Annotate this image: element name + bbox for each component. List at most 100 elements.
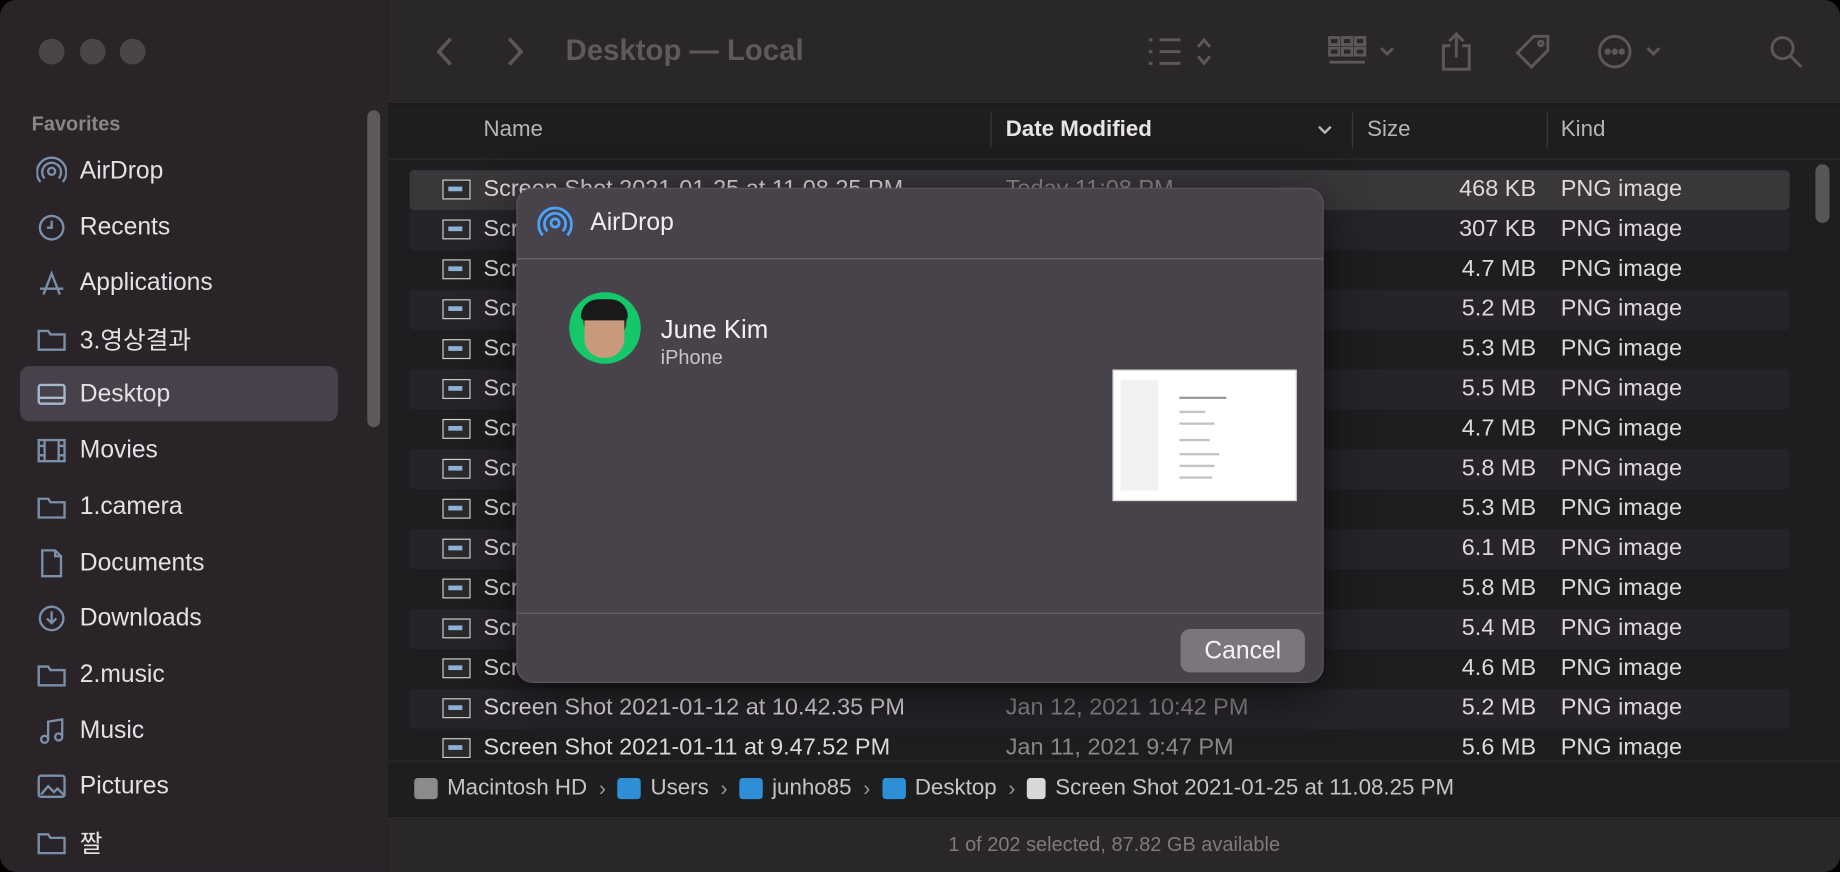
folder-icon bbox=[617, 778, 642, 800]
png-file-icon bbox=[442, 339, 471, 360]
favorites-header: Favorites bbox=[31, 112, 121, 135]
cancel-button[interactable]: Cancel bbox=[1180, 628, 1305, 673]
list-view-icon[interactable] bbox=[1147, 28, 1222, 75]
sort-chevron-icon[interactable] bbox=[1317, 119, 1333, 145]
folder-icon bbox=[36, 323, 67, 354]
share-icon[interactable] bbox=[1439, 28, 1474, 75]
column-name[interactable]: Name bbox=[483, 117, 542, 143]
avatar[interactable] bbox=[569, 292, 641, 364]
column-divider[interactable] bbox=[1351, 112, 1354, 148]
path-crumb-home[interactable]: junho85 bbox=[739, 776, 851, 802]
sidebar: Favorites AirDrop Recents Applications 3… bbox=[0, 0, 390, 872]
tag-icon[interactable] bbox=[1513, 28, 1553, 75]
folder-icon bbox=[36, 659, 67, 690]
path-crumb-users[interactable]: Users bbox=[617, 776, 709, 802]
sidebar-item-label: Music bbox=[79, 716, 145, 744]
sidebar-item-recents[interactable]: Recents bbox=[20, 199, 338, 254]
airdrop-sheet: AirDrop June Kim iPhone Cancel bbox=[516, 187, 1324, 683]
window-title: Desktop — Local bbox=[565, 34, 804, 67]
png-file-icon bbox=[1027, 778, 1046, 800]
sidebar-item-movies[interactable]: Movies bbox=[20, 422, 338, 477]
sidebar-item-label: 짤 bbox=[79, 830, 103, 858]
png-file-icon bbox=[442, 379, 471, 399]
sidebar-item-label: AirDrop bbox=[79, 156, 164, 184]
close-window-button[interactable] bbox=[38, 38, 65, 65]
forward-button[interactable] bbox=[501, 28, 529, 75]
airdrop-contact-device: iPhone bbox=[660, 346, 723, 369]
sidebar-item-label: 1.camera bbox=[79, 492, 183, 520]
pictures-icon bbox=[36, 770, 67, 801]
sidebar-item-airdrop[interactable]: AirDrop bbox=[20, 143, 338, 198]
sidebar-item-label: Documents bbox=[79, 548, 205, 576]
table-row[interactable]: Screen Shot 2021-01-11 at 9.47.52 PM Jan … bbox=[410, 729, 1790, 759]
chevron-right-icon: › bbox=[720, 776, 728, 800]
png-file-icon bbox=[442, 179, 471, 200]
back-button[interactable] bbox=[431, 28, 459, 75]
minimize-window-button[interactable] bbox=[79, 38, 106, 65]
applications-icon bbox=[36, 267, 67, 298]
toolbar: Desktop — Local bbox=[388, 0, 1840, 105]
png-file-icon bbox=[442, 418, 471, 439]
status-bar: 1 of 202 selected, 87.82 GB available bbox=[388, 815, 1840, 872]
chevron-right-icon: › bbox=[598, 776, 606, 800]
column-header: Name Date Modified Size Kind bbox=[388, 104, 1840, 160]
path-crumb-desktop[interactable]: Desktop bbox=[881, 776, 997, 802]
sidebar-item-downloads[interactable]: Downloads bbox=[20, 590, 338, 645]
more-actions-icon[interactable] bbox=[1597, 28, 1663, 75]
sidebar-item-2-music[interactable]: 2.music bbox=[20, 647, 338, 702]
png-file-icon bbox=[442, 618, 471, 639]
airdrop-contact-name[interactable]: June Kim bbox=[661, 314, 769, 345]
sidebar-item-label: Recents bbox=[79, 212, 171, 240]
sidebar-item-documents[interactable]: Documents bbox=[20, 535, 338, 590]
airdrop-sheet-divider bbox=[517, 612, 1323, 614]
column-kind[interactable]: Kind bbox=[1561, 117, 1606, 143]
sidebar-item-label: Desktop bbox=[79, 379, 171, 407]
sidebar-item-pictures[interactable]: Pictures bbox=[20, 758, 338, 813]
column-date-modified[interactable]: Date Modified bbox=[1006, 117, 1152, 143]
column-divider[interactable] bbox=[990, 112, 992, 148]
column-size[interactable]: Size bbox=[1367, 117, 1410, 143]
column-divider[interactable] bbox=[1546, 112, 1548, 148]
airdrop-icon bbox=[36, 155, 67, 186]
png-file-icon bbox=[442, 658, 471, 679]
sidebar-item-music[interactable]: Music bbox=[20, 703, 338, 758]
sidebar-item-label: Downloads bbox=[79, 603, 202, 631]
desktop-icon bbox=[36, 378, 67, 409]
path-crumb-macintosh-hd[interactable]: Macintosh HD bbox=[414, 776, 587, 802]
group-by-icon[interactable] bbox=[1327, 28, 1402, 75]
png-file-icon bbox=[442, 259, 471, 280]
zoom-window-button[interactable] bbox=[119, 38, 146, 65]
airdrop-icon bbox=[537, 205, 573, 246]
home-folder-icon bbox=[739, 778, 763, 800]
folder-icon bbox=[881, 778, 906, 800]
sidebar-item-3-folder[interactable]: 3.영상결과 bbox=[20, 311, 338, 366]
sidebar-item-applications[interactable]: Applications bbox=[20, 255, 338, 310]
music-icon bbox=[36, 715, 67, 746]
finder-window: Favorites AirDrop Recents Applications 3… bbox=[0, 0, 1840, 872]
path-bar: Macintosh HD › Users › junho85 › Desktop… bbox=[388, 760, 1840, 816]
png-file-icon bbox=[442, 538, 471, 559]
sidebar-item-jjal[interactable]: 짤 bbox=[20, 814, 338, 869]
sidebar-item-label: 2.music bbox=[79, 660, 165, 688]
path-crumb-file[interactable]: Screen Shot 2021-01-25 at 11.08.25 PM bbox=[1027, 776, 1454, 802]
sidebar-item-desktop[interactable]: Desktop bbox=[19, 366, 338, 422]
airdrop-sheet-title: AirDrop bbox=[590, 208, 674, 236]
file-list-scrollbar[interactable] bbox=[1815, 164, 1830, 223]
png-file-icon bbox=[442, 698, 471, 719]
chevron-right-icon: › bbox=[863, 776, 871, 800]
search-icon[interactable] bbox=[1767, 28, 1805, 75]
hard-drive-icon bbox=[414, 778, 438, 800]
sidebar-scrollbar[interactable] bbox=[367, 110, 381, 428]
png-file-icon bbox=[442, 299, 471, 320]
file-preview-thumbnail bbox=[1112, 369, 1297, 502]
png-file-icon bbox=[442, 498, 471, 519]
sidebar-item-label: 3.영상결과 bbox=[79, 326, 192, 354]
sidebar-item-label: Movies bbox=[79, 435, 158, 463]
download-icon bbox=[36, 603, 67, 634]
folder-icon bbox=[36, 491, 67, 522]
png-file-icon bbox=[442, 578, 471, 599]
table-row[interactable]: Screen Shot 2021-01-12 at 10.42.35 PM Jan… bbox=[409, 688, 1790, 729]
sidebar-item-1-camera[interactable]: 1.camera bbox=[20, 479, 338, 534]
airdrop-sheet-header: AirDrop bbox=[517, 189, 1323, 260]
chevron-right-icon: › bbox=[1008, 776, 1016, 800]
